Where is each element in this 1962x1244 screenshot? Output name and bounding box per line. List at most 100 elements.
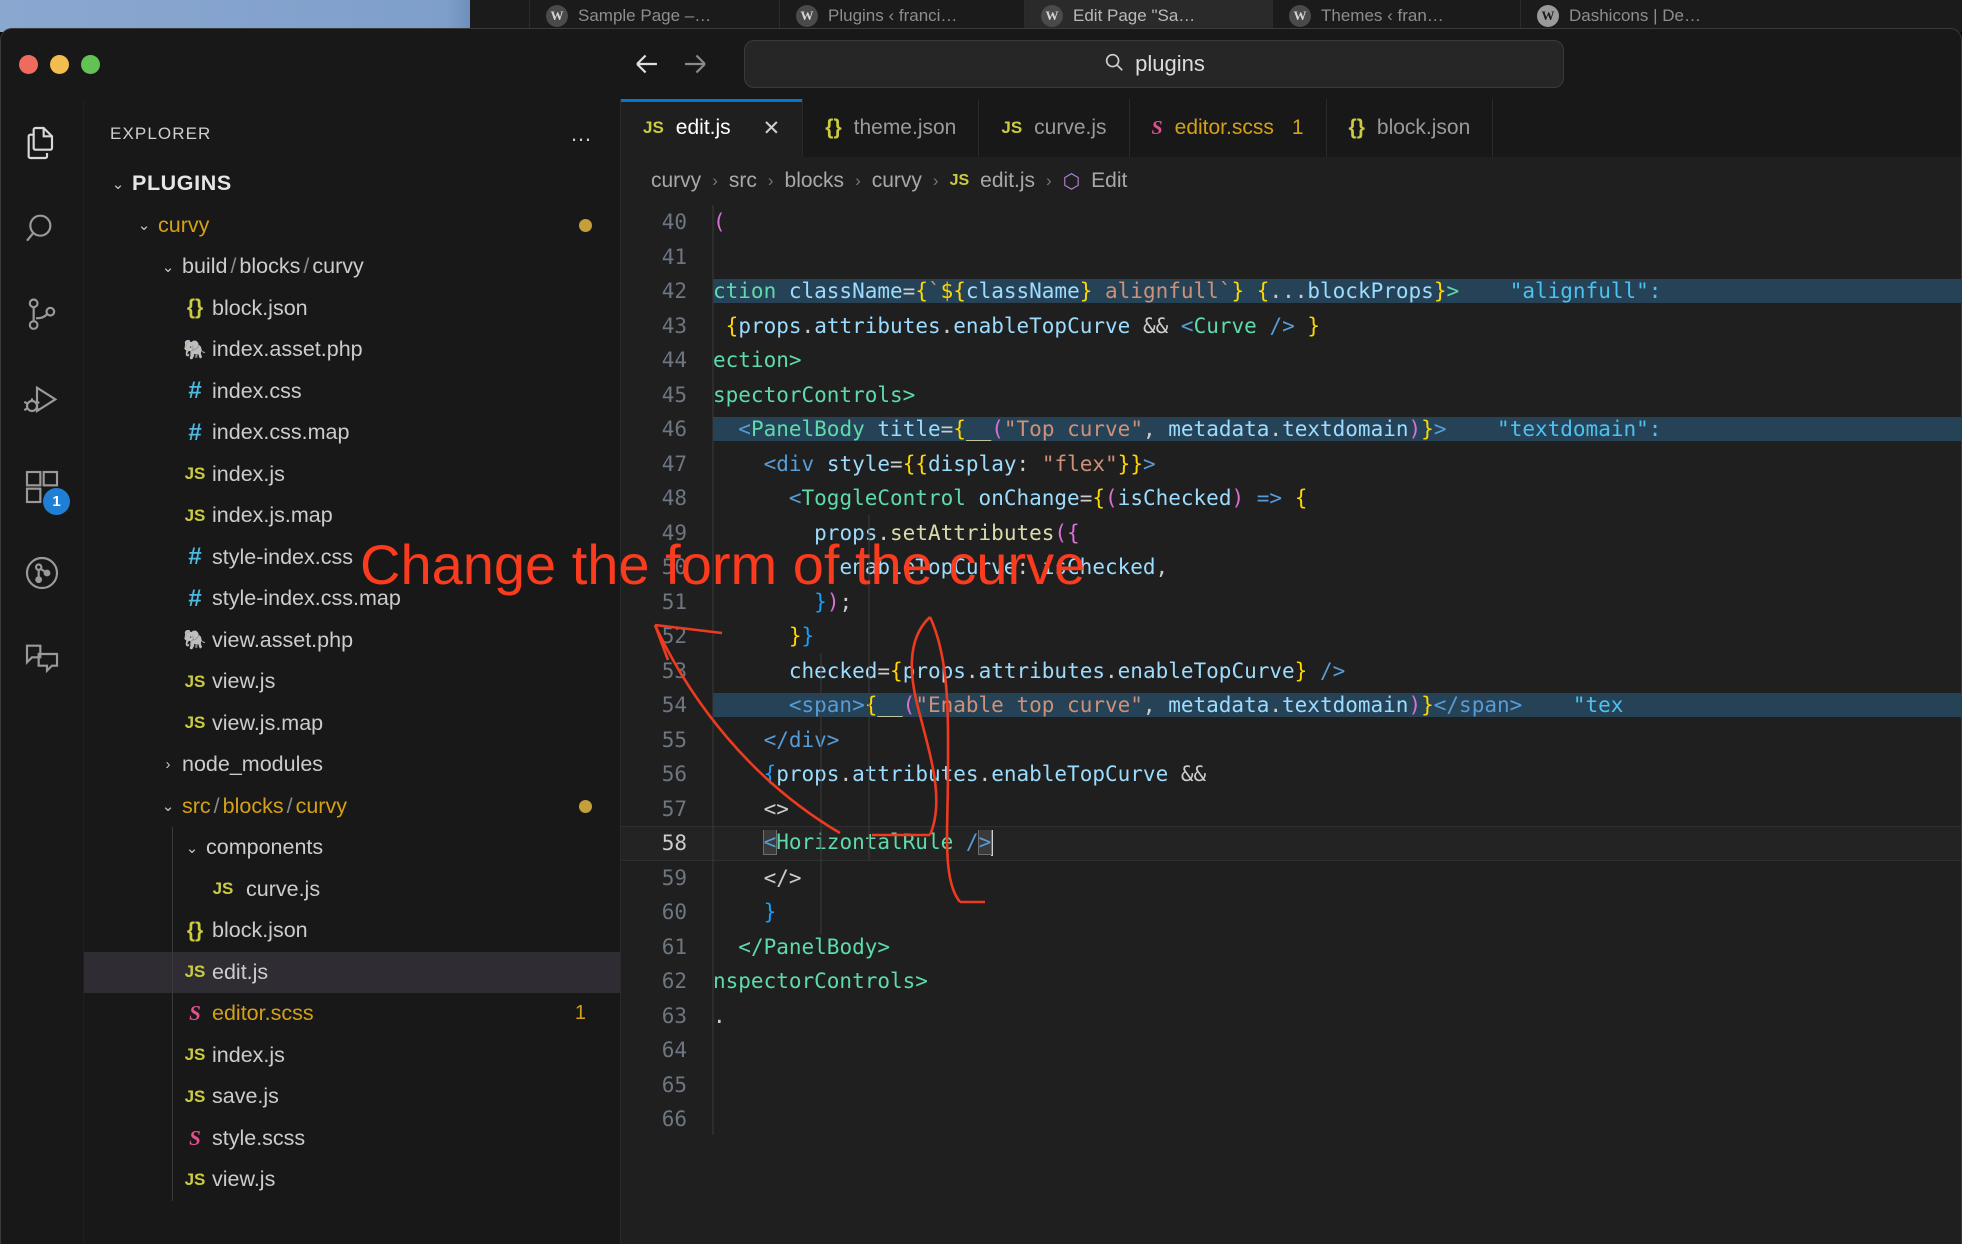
tab-curve-js[interactable]: JS curve.js (979, 99, 1130, 157)
tree-item-node-modules[interactable]: › node_modules (84, 744, 620, 786)
tree-item-block-json-src[interactable]: {} block.json (84, 910, 620, 952)
tree-item-view-asset-php[interactable]: 🐘 view.asset.php (84, 620, 620, 662)
tree-item-index-css[interactable]: # index.css (84, 371, 620, 413)
code-line-text[interactable]: ection> (713, 348, 1961, 372)
chevron-down-icon[interactable]: ⌄ (156, 258, 180, 276)
chevron-down-icon[interactable]: ⌄ (156, 797, 180, 815)
close-window-button[interactable] (19, 54, 38, 74)
code-line-text[interactable]: } (713, 900, 1961, 924)
tree-item-block-json-build[interactable]: {} block.json (84, 288, 620, 330)
code-line-text[interactable]: nspectorControls> (713, 969, 1961, 993)
code-line-text[interactable]: <> (713, 797, 1961, 821)
tree-item-src-blocks-curvy[interactable]: ⌄ src / blocks / curvy (84, 786, 620, 828)
activity-bar-item-run-and-debug[interactable] (18, 379, 66, 427)
tab-editor-scss[interactable]: S editor.scss 1 (1129, 99, 1327, 157)
tree-item-index-js-src[interactable]: JS index.js (84, 1034, 620, 1076)
explorer-more-actions-button[interactable]: … (570, 121, 594, 147)
code-line-text[interactable]: </div> (713, 728, 1961, 752)
tree-item-curve-js[interactable]: JS curve.js (84, 868, 620, 910)
code-line-text[interactable]: {props.attributes.enableTopCurve && (713, 762, 1961, 786)
breadcrumb-item-edit-js[interactable]: edit.js (980, 169, 1035, 193)
code-line-text[interactable]: <span>{__("Enable top curve", metadata.t… (713, 693, 1961, 718)
maximize-window-button[interactable] (81, 54, 100, 74)
code-line[interactable]: 45 spectorControls> (621, 378, 1961, 413)
file-tree[interactable]: ⌄ PLUGINS ⌄ curvy ⌄ build / blocks / curvy {… (84, 163, 620, 1244)
tree-item-index-js-map[interactable]: JS index.js.map (84, 495, 620, 537)
chevron-down-icon[interactable]: ⌄ (180, 839, 204, 857)
code-line[interactable]: 59 </> (621, 861, 1961, 896)
code-line[interactable]: 47 <div style={{display: "flex"}}> (621, 447, 1961, 482)
tree-item-build-blocks-curvy[interactable]: ⌄ build / blocks / curvy (84, 246, 620, 288)
window-controls[interactable] (1, 54, 100, 74)
code-line[interactable]: 55 </div> (621, 723, 1961, 758)
activity-bar-item-explorer[interactable] (18, 121, 66, 169)
code-line-text[interactable]: spectorControls> (713, 383, 1961, 407)
code-line[interactable]: 40 ( (621, 205, 1961, 240)
code-line[interactable]: 66 (621, 1102, 1961, 1137)
tree-item-edit-js[interactable]: JS edit.js (84, 951, 620, 993)
code-line[interactable]: 46 <PanelBody title={__("Top curve", met… (621, 412, 1961, 447)
code-line[interactable]: 48 <ToggleControl onChange={(isChecked) … (621, 481, 1961, 516)
activity-bar-item-chat[interactable] (18, 637, 66, 685)
tree-item-style-scss[interactable]: S style.scss (84, 1117, 620, 1159)
code-line-text[interactable]: <HorizontalRule /> (713, 830, 1961, 857)
activity-bar-item-search[interactable] (18, 207, 66, 255)
breadcrumb-item-curvy[interactable]: curvy (651, 169, 701, 193)
code-line[interactable]: 41 (621, 240, 1961, 275)
tree-item-index-js-build[interactable]: JS index.js (84, 454, 620, 496)
code-line-text[interactable]: </> (713, 866, 1961, 890)
close-icon[interactable]: ✕ (763, 116, 781, 141)
code-line[interactable]: 65 (621, 1068, 1961, 1103)
tab-edit-js[interactable]: JS edit.js ✕ (621, 99, 804, 157)
tree-item-view-js-src[interactable]: JS view.js (84, 1159, 620, 1201)
code-line-text[interactable]: </PanelBody> (713, 935, 1961, 959)
breadcrumb-item-src[interactable]: src (729, 169, 757, 193)
code-line-text[interactable]: }} (713, 624, 1961, 648)
code-line-text[interactable]: <PanelBody title={__("Top curve", metada… (713, 417, 1961, 442)
activity-bar-item-remote-explorer[interactable] (18, 551, 66, 599)
tree-item-index-css-map[interactable]: # index.css.map (84, 412, 620, 454)
code-line[interactable]: 52 }} (621, 619, 1961, 654)
activity-bar-item-extensions[interactable]: 1 (18, 465, 70, 515)
code-line-text[interactable]: ction className={`${className} alignfull… (713, 279, 1961, 304)
code-editor[interactable]: 40 ( 41 42 ction className={`${className… (621, 205, 1961, 1244)
arrow-right-icon[interactable] (678, 47, 712, 81)
activity-bar-item-source-control[interactable] (18, 293, 66, 341)
tree-item-view-js-map[interactable]: JS view.js.map (84, 703, 620, 745)
navigation-buttons[interactable] (630, 47, 712, 81)
code-line[interactable]: 56 {props.attributes.enableTopCurve && (621, 757, 1961, 792)
code-line-text[interactable]: ( (713, 210, 1961, 234)
code-line[interactable]: 60 } (621, 895, 1961, 930)
tree-item-editor-scss[interactable]: S editor.scss 1 (84, 993, 620, 1035)
tree-item-index-asset-php[interactable]: 🐘 index.asset.php (84, 329, 620, 371)
tree-item-save-js[interactable]: JS save.js (84, 1076, 620, 1118)
code-line-text[interactable]: {props.attributes.enableTopCurve && <Cur… (713, 314, 1961, 338)
code-line[interactable]: 44 ection> (621, 343, 1961, 378)
tab-theme-json[interactable]: {} theme.json (803, 99, 980, 157)
tree-root-plugins[interactable]: ⌄ PLUGINS (84, 163, 620, 205)
minimize-window-button[interactable] (50, 54, 69, 74)
breadcrumb-item-curvy-2[interactable]: curvy (872, 169, 922, 193)
code-line[interactable]: 54 <span>{__("Enable top curve", metadat… (621, 688, 1961, 723)
code-line-text[interactable]: checked={props.attributes.enableTopCurve… (713, 659, 1961, 683)
code-line-active[interactable]: 58 <HorizontalRule /> (621, 826, 1961, 861)
arrow-left-icon[interactable] (630, 47, 664, 81)
code-line-text[interactable]: <ToggleControl onChange={(isChecked) => … (713, 486, 1961, 510)
code-line[interactable]: 63 . (621, 999, 1961, 1034)
breadcrumb-item-symbol-edit[interactable]: Edit (1091, 169, 1127, 193)
code-line-text[interactable]: . (713, 1004, 1961, 1028)
code-line[interactable]: 62 nspectorControls> (621, 964, 1961, 999)
code-line-text[interactable]: <div style={{display: "flex"}}> (713, 452, 1961, 476)
code-line[interactable]: 64 (621, 1033, 1961, 1068)
chevron-down-icon[interactable]: ⌄ (132, 216, 156, 234)
code-line[interactable]: 42 ction className={`${className} alignf… (621, 274, 1961, 309)
code-line[interactable]: 61 </PanelBody> (621, 930, 1961, 965)
code-line[interactable]: 57 <> (621, 792, 1961, 827)
breadcrumb[interactable]: curvy › src › blocks › curvy › JS edit.j… (621, 157, 1961, 205)
tree-item-view-js-build[interactable]: JS view.js (84, 661, 620, 703)
command-center-search[interactable]: plugins (744, 40, 1564, 88)
tree-item-components[interactable]: ⌄ components (84, 827, 620, 869)
breadcrumb-item-blocks[interactable]: blocks (785, 169, 845, 193)
tab-block-json[interactable]: {} block.json (1326, 99, 1494, 157)
code-line[interactable]: 53 checked={props.attributes.enableTopCu… (621, 654, 1961, 689)
